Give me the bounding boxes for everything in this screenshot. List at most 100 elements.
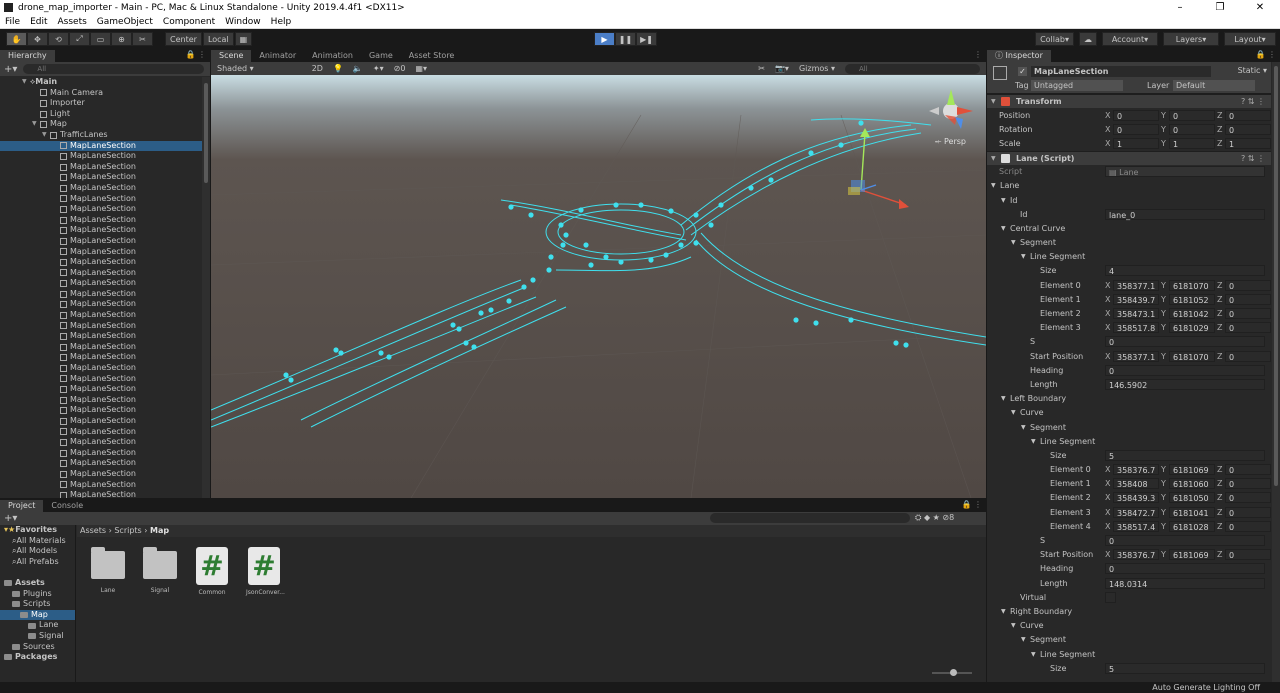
grid-toggle-icon[interactable]: ▦▾: [411, 64, 431, 73]
hierarchy-item[interactable]: MapLaneSection: [0, 342, 202, 353]
inspector-scrollbar[interactable]: [1272, 62, 1280, 682]
tools-icon[interactable]: ✂: [754, 64, 769, 73]
vector-x-field[interactable]: 358377.1: [1113, 279, 1159, 291]
lane-script-header[interactable]: ▼ Lane (Script) ? ⇅ ⋮: [987, 150, 1271, 165]
menu-assets[interactable]: Assets: [53, 17, 92, 27]
property-value-field[interactable]: 146.5902: [1105, 378, 1265, 390]
layer-dropdown[interactable]: Default: [1173, 80, 1255, 91]
vector-x-field[interactable]: 358473.1: [1113, 308, 1159, 320]
hierarchy-item[interactable]: MapLaneSection: [0, 194, 202, 205]
static-toggle[interactable]: Static ▾: [1238, 66, 1267, 75]
vector-x-field[interactable]: 358517.4: [1113, 520, 1159, 532]
menu-file[interactable]: File: [0, 17, 25, 27]
lane-node[interactable]: [563, 232, 569, 238]
lane-node[interactable]: [813, 320, 819, 326]
lane-node[interactable]: [838, 142, 844, 148]
fold-arrow-icon[interactable]: ▼: [1021, 253, 1029, 260]
vector-y-field[interactable]: 6181028: [1169, 520, 1215, 532]
fold-arrow-icon[interactable]: ▼: [1011, 622, 1019, 629]
lane-node[interactable]: [488, 307, 494, 313]
hierarchy-item[interactable]: MapLaneSection: [0, 458, 202, 469]
hierarchy-item[interactable]: MapLaneSection: [0, 257, 202, 268]
lane-node[interactable]: [618, 259, 624, 265]
create-icon[interactable]: +▾: [4, 64, 17, 75]
hierarchy-item[interactable]: MapLaneSection: [0, 395, 202, 406]
hierarchy-scrollbar[interactable]: [202, 77, 210, 498]
lane-script-options-icon[interactable]: ? ⇅ ⋮: [1241, 154, 1265, 163]
vector-z-field[interactable]: 0: [1225, 322, 1271, 334]
inspector-menu-icon[interactable]: 🔒 ⋮: [1255, 50, 1276, 59]
fold-arrow-icon[interactable]: ▼: [991, 182, 999, 189]
fold-arrow-icon[interactable]: ▼: [1011, 409, 1019, 416]
fold-arrow-icon[interactable]: ▼: [1021, 636, 1029, 643]
hierarchy-item[interactable]: MapLaneSection: [0, 236, 202, 247]
hierarchy-item[interactable]: MapLaneSection: [0, 384, 202, 395]
hierarchy-item[interactable]: MapLaneSection: [0, 448, 202, 459]
vector-x-field[interactable]: 358439.3: [1113, 492, 1159, 504]
vector-z-field[interactable]: 0: [1225, 478, 1271, 490]
project-panel-menu-icon[interactable]: 🔒 ⋮: [961, 500, 982, 509]
hierarchy-item[interactable]: MapLaneSection: [0, 183, 202, 194]
lane-node[interactable]: [848, 317, 854, 323]
lane-node[interactable]: [893, 340, 899, 346]
virtual-checkbox[interactable]: [1105, 591, 1116, 603]
property-value-field[interactable]: 0: [1105, 535, 1265, 547]
lighting-icon[interactable]: 💡: [329, 64, 347, 73]
project-tree-item[interactable]: ▾★ Favorites: [0, 525, 75, 536]
property-value-field[interactable]: 0: [1105, 364, 1265, 376]
lane-node[interactable]: [471, 344, 477, 350]
vector-y-field[interactable]: 6181052: [1169, 293, 1215, 305]
tab-console[interactable]: Console: [43, 500, 91, 512]
hierarchy-item[interactable]: MapLaneSection: [0, 405, 202, 416]
fold-arrow-icon[interactable]: ▼: [32, 119, 40, 130]
lane-node[interactable]: [648, 257, 654, 263]
menu-help[interactable]: Help: [266, 17, 297, 27]
fold-arrow-icon[interactable]: ▼: [1031, 438, 1039, 445]
hierarchy-item[interactable]: Light: [0, 109, 202, 120]
vector-y-field[interactable]: 6181050: [1169, 492, 1215, 504]
vector-x-field[interactable]: 358376.7: [1113, 464, 1159, 476]
property-value-field[interactable]: 5: [1105, 662, 1265, 674]
lane-node[interactable]: [478, 310, 484, 316]
vector-y-field[interactable]: 6181029: [1169, 322, 1215, 334]
property-value-field[interactable]: 0: [1105, 336, 1265, 348]
scene-viewport[interactable]: ⤝ Persp: [211, 75, 986, 498]
position-y-field[interactable]: 0: [1169, 109, 1215, 121]
hierarchy-item[interactable]: MapLaneSection: [0, 278, 202, 289]
project-tree-item[interactable]: Lane: [0, 620, 75, 631]
lane-node[interactable]: [583, 242, 589, 248]
menu-edit[interactable]: Edit: [25, 17, 52, 27]
custom-tool-icon[interactable]: ✂: [132, 32, 153, 46]
lane-node[interactable]: [508, 204, 514, 210]
property-value-field[interactable]: 5: [1105, 449, 1265, 461]
hierarchy-item[interactable]: MapLaneSection: [0, 289, 202, 300]
hierarchy-item[interactable]: ▼ TrafficLanes: [0, 130, 202, 141]
vector-z-field[interactable]: 0: [1225, 279, 1271, 291]
lane-node[interactable]: [578, 207, 584, 213]
menu-component[interactable]: Component: [158, 17, 220, 27]
lane-node[interactable]: [588, 262, 594, 268]
lane-node[interactable]: [693, 212, 699, 218]
lane-script-fold-icon[interactable]: ▼: [991, 155, 999, 162]
lane-node[interactable]: [693, 240, 699, 246]
lane-node[interactable]: [456, 326, 462, 332]
hierarchy-item[interactable]: MapLaneSection: [0, 172, 202, 183]
asset-item[interactable]: # JsonConver...: [246, 547, 285, 596]
inspector-scroll-thumb[interactable]: [1274, 66, 1278, 486]
property-value-field[interactable]: lane_0: [1105, 208, 1265, 220]
tag-dropdown[interactable]: Untagged: [1031, 80, 1123, 91]
lane-node[interactable]: [613, 202, 619, 208]
vector-z-field[interactable]: 0: [1225, 293, 1271, 305]
shading-mode-dropdown[interactable]: Shaded ▾: [213, 64, 258, 73]
hierarchy-item[interactable]: ▼ ⟡ Main: [0, 77, 202, 88]
lane-node[interactable]: [378, 350, 384, 356]
hierarchy-item[interactable]: MapLaneSection: [0, 374, 202, 385]
hierarchy-item[interactable]: MapLaneSection: [0, 151, 202, 162]
hierarchy-item[interactable]: ▼ Map: [0, 119, 202, 130]
create-asset-icon[interactable]: +▾: [4, 513, 17, 524]
hierarchy-item[interactable]: MapLaneSection: [0, 225, 202, 236]
asset-item[interactable]: Signal: [142, 547, 178, 596]
hierarchy-item[interactable]: Importer: [0, 98, 202, 109]
hierarchy-item[interactable]: MapLaneSection: [0, 490, 202, 498]
scale-z-field[interactable]: 1: [1225, 137, 1271, 149]
